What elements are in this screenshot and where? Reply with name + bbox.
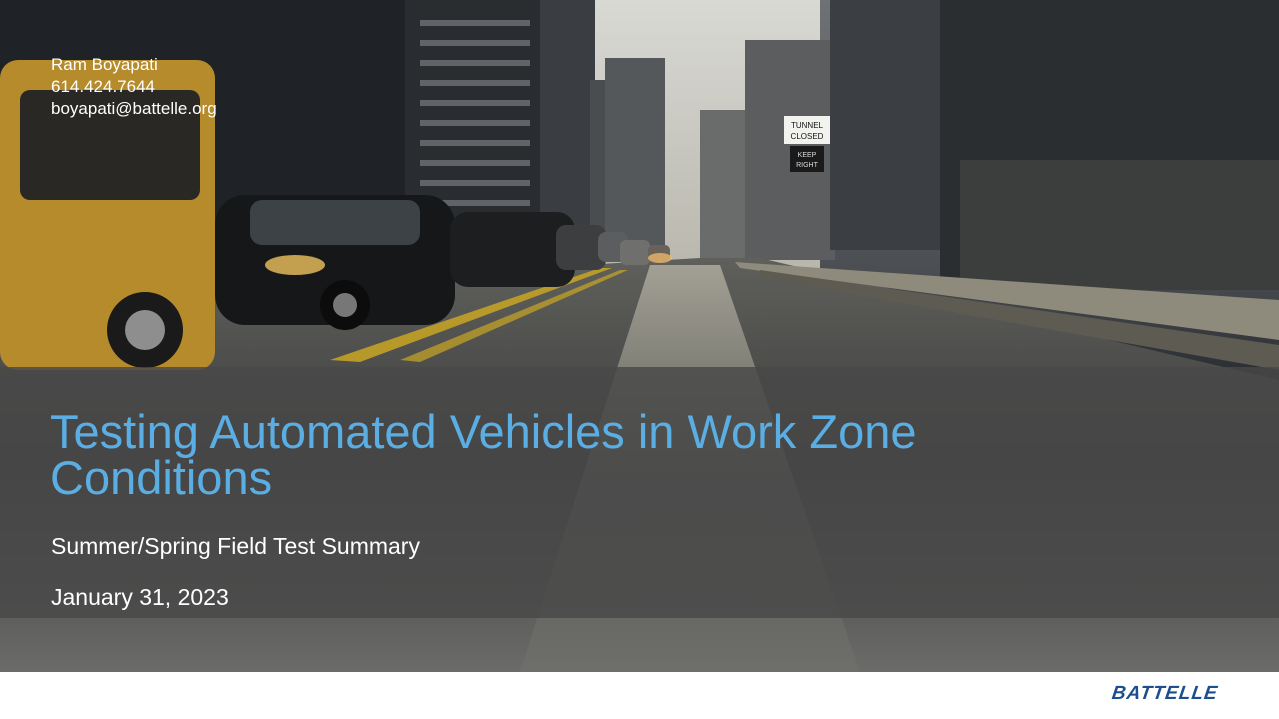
presenter-name: Ram Boyapati — [51, 55, 158, 74]
title-slide: TUNNEL CLOSED KEEP RIGHT Ram Boyapati 61… — [0, 0, 1279, 719]
sign-line4: RIGHT — [796, 162, 819, 169]
slide-title: Testing Automated Vehicles in Work Zone … — [50, 405, 917, 504]
presenter-contact: Ram Boyapati 614.424.7644 boyapati@batte… — [51, 54, 217, 120]
sign-line2: CLOSED — [791, 132, 824, 141]
slide-date: January 31, 2023 — [51, 584, 229, 610]
presenter-phone: 614.424.7644 — [51, 77, 155, 96]
slide-subtitle: Summer/Spring Field Test Summary — [51, 533, 420, 559]
presenter-email: boyapati@battelle.org — [51, 99, 217, 118]
sign-line3: KEEP — [798, 152, 817, 159]
sign-line1: TUNNEL — [791, 121, 824, 130]
battelle-logo: BATTELLE — [1110, 683, 1220, 704]
footer-bar — [0, 672, 1279, 719]
